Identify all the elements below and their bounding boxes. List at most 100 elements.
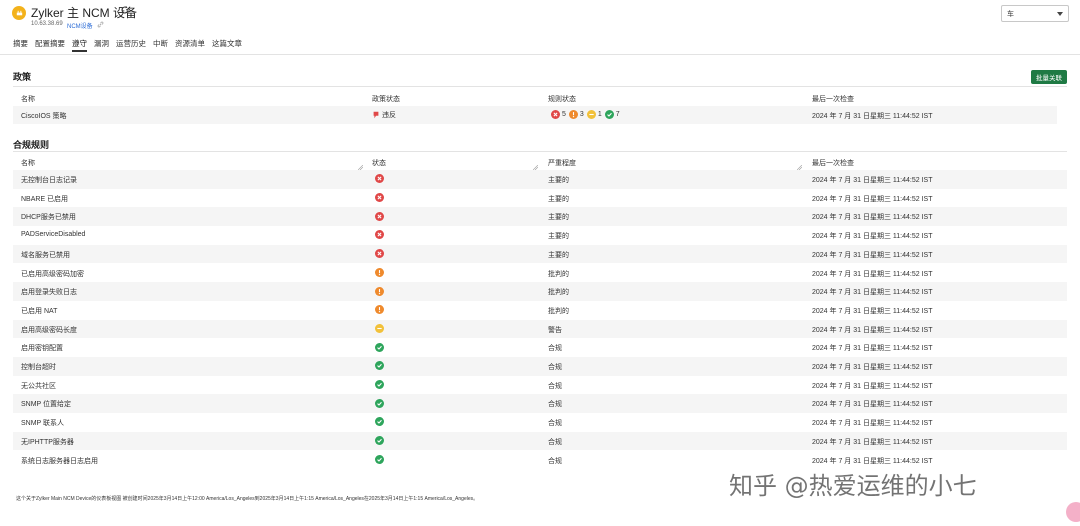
compliance-header-last-check[interactable]: 最后一次检查 xyxy=(812,158,854,168)
rule-severity: 合规 xyxy=(548,438,562,446)
rule-severity: 警告 xyxy=(548,326,562,334)
tab-outages[interactable]: 中断 xyxy=(153,38,168,52)
critical-count: 5 xyxy=(562,111,566,118)
rule-name[interactable]: 已启用 NAT xyxy=(21,306,57,316)
rule-severity: 合规 xyxy=(548,382,562,390)
policy-section-title: 政策 xyxy=(13,72,32,82)
violation-icon xyxy=(373,111,379,119)
tab-bar: 摘要 配置摘要 遵守 漏洞 运营历史 中断 资源清单 这篇文章 xyxy=(13,38,249,52)
policy-header-rule-status: 规则状态 xyxy=(548,96,576,103)
warning-icon xyxy=(375,323,384,333)
policy-status-label: 违反 xyxy=(382,112,396,119)
rule-last-check: 2024 年 7 月 31 日星期三 11:44:52 IST xyxy=(812,270,933,278)
policy-last-check: 2024 年 7 月 31 日星期三 11:44:52 IST xyxy=(812,113,933,120)
rule-severity: 批判的 xyxy=(548,289,569,297)
rule-name[interactable]: NBARE 已启用 xyxy=(21,194,68,204)
compliant-icon xyxy=(604,110,614,119)
table-row[interactable]: 启用高级密码长度 警告 2024 年 7 月 31 日星期三 11:44:52 IS… xyxy=(13,319,1067,339)
device-type-link[interactable]: NCM设备 xyxy=(67,21,93,30)
rule-name[interactable]: 控制台超时 xyxy=(21,362,56,372)
compliant-icon xyxy=(375,380,384,390)
rule-last-check: 2024 年 7 月 31 日星期三 11:44:52 IST xyxy=(812,214,933,222)
table-row[interactable]: 已启用 NAT 批判的 2024 年 7 月 31 日星期三 11:44:52 IS… xyxy=(13,301,1067,320)
rule-last-check: 2024 年 7 月 31 日星期三 11:44:52 IST xyxy=(812,401,933,409)
link-icon[interactable] xyxy=(97,21,104,28)
rule-name[interactable]: 系统日志服务器日志启用 xyxy=(21,456,98,466)
compliance-header-severity[interactable]: 严重程度 xyxy=(548,158,576,168)
policy-header-status: 政策状态 xyxy=(372,96,400,103)
rule-severity: 合规 xyxy=(548,457,562,465)
rule-name[interactable]: PADServiceDisabled xyxy=(21,231,85,238)
tab-divider xyxy=(0,54,1080,55)
major-icon xyxy=(375,286,384,296)
warning-icon xyxy=(586,110,596,119)
compliance-section-title: 合规规则 xyxy=(13,140,50,150)
rule-severity: 主要的 xyxy=(548,214,569,222)
category-select[interactable]: 车 xyxy=(1001,5,1069,22)
table-row[interactable]: SNMP 联系人 合规 2024 年 7 月 31 日星期三 11:44:52 IS… xyxy=(13,413,1067,432)
rule-name[interactable]: 无IPHTTP服务器 xyxy=(21,437,74,447)
dashboard-footer-note: 这个关于Zylker Main NCM Device的仪表板视图 被创建时间20… xyxy=(16,496,479,502)
table-row[interactable]: DHCP服务已禁用 主要的 2024 年 7 月 31 日星期三 11:44:52 … xyxy=(13,207,1067,227)
tab-inventory[interactable]: 资源清单 xyxy=(175,38,205,52)
table-row[interactable]: 启用密钥配置 合规 2024 年 7 月 31 日星期三 11:44:52 IST xyxy=(13,338,1067,357)
rule-last-check: 2024 年 7 月 31 日星期三 11:44:52 IST xyxy=(812,289,933,297)
compliant-icon xyxy=(375,454,384,464)
table-row[interactable]: NBARE 已启用 主要的 2024 年 7 月 31 日星期三 11:44:52 … xyxy=(13,189,1067,208)
rule-severity: 主要的 xyxy=(548,177,569,184)
rule-name[interactable]: 启用登录失败日志 xyxy=(21,287,77,297)
rule-name[interactable]: SNMP 位置给定 xyxy=(21,399,71,409)
category-select-value: 车 xyxy=(1007,11,1014,18)
rule-last-check: 2024 年 7 月 31 日星期三 11:44:52 IST xyxy=(812,364,933,371)
tab-operation-history[interactable]: 运营历史 xyxy=(116,38,146,52)
critical-icon xyxy=(375,174,384,184)
rule-name[interactable]: 已启用高级密码加密 xyxy=(21,269,84,279)
chevron-down-icon xyxy=(1057,12,1063,16)
rule-name[interactable]: DHCP服务已禁用 xyxy=(21,212,76,222)
critical-icon xyxy=(375,193,384,203)
table-row[interactable]: 无控制台日志记录 主要的 2024 年 7 月 31 日星期三 11:44:52 I… xyxy=(13,170,1067,189)
rule-last-check: 2024 年 7 月 31 日星期三 11:44:52 IST xyxy=(812,326,933,334)
tab-summary[interactable]: 摘要 xyxy=(13,38,28,52)
refresh-icon[interactable] xyxy=(120,5,130,15)
table-row[interactable]: 域名服务已禁用 主要的 2024 年 7 月 31 日星期三 11:44:52 IS… xyxy=(13,244,1067,264)
table-row[interactable]: SNMP 位置给定 合规 2024 年 7 月 31 日星期三 11:44:52 I… xyxy=(13,394,1067,414)
tab-config-summary[interactable]: 配置摘要 xyxy=(35,38,65,52)
critical-icon xyxy=(375,249,384,259)
table-row[interactable]: 控制台超时 合规 2024 年 7 月 31 日星期三 11:44:52 IST xyxy=(13,357,1067,376)
rule-last-check: 2024 年 7 月 31 日星期三 11:44:52 IST xyxy=(812,233,933,241)
rule-last-check: 2024 年 7 月 31 日星期三 11:44:52 IST xyxy=(812,251,933,259)
rule-name[interactable]: 域名服务已禁用 xyxy=(21,250,70,260)
tab-this-article[interactable]: 这篇文章 xyxy=(212,38,242,52)
table-row[interactable]: 无公共社区 合规 2024 年 7 月 31 日星期三 11:44:52 IST xyxy=(13,376,1067,395)
rule-severity: 主要的 xyxy=(548,195,569,203)
rule-status-counts: 5 3 1 7 xyxy=(551,110,623,119)
rule-name[interactable]: 无控制台日志记录 xyxy=(21,175,77,185)
rule-severity: 合规 xyxy=(548,420,562,428)
rule-severity: 合规 xyxy=(548,364,562,371)
compliant-icon xyxy=(375,398,384,408)
rule-name[interactable]: 无公共社区 xyxy=(21,381,56,391)
tab-vulnerabilities[interactable]: 漏洞 xyxy=(94,38,109,52)
major-count: 3 xyxy=(579,111,584,118)
rule-name[interactable]: SNMP 联系人 xyxy=(21,418,64,428)
table-row[interactable]: 已启用高级密码加密 批判的 2024 年 7 月 31 日星期三 11:44:52 … xyxy=(13,264,1067,283)
compliance-header-status[interactable]: 状态 xyxy=(372,158,386,168)
assistant-icon[interactable] xyxy=(1066,502,1080,522)
tab-compliance[interactable]: 遵守 xyxy=(72,38,87,52)
policy-name[interactable]: CiscoIOS 策略 xyxy=(21,111,67,121)
policy-header-name: 名称 xyxy=(21,96,35,103)
rule-last-check: 2024 年 7 月 31 日星期三 11:44:52 IST xyxy=(812,382,933,390)
rule-name[interactable]: 启用密钥配置 xyxy=(21,343,63,353)
compliant-icon xyxy=(375,417,384,427)
rule-last-check: 2024 年 7 月 31 日星期三 11:44:52 IST xyxy=(812,177,933,184)
critical-icon xyxy=(375,211,384,221)
batch-associate-button[interactable]: 批量关联 xyxy=(1031,70,1067,84)
rule-name[interactable]: 启用高级密码长度 xyxy=(21,325,77,335)
table-row[interactable]: 无IPHTTP服务器 合规 2024 年 7 月 31 日星期三 11:44:52 … xyxy=(13,431,1067,451)
policy-status: 违反 xyxy=(372,110,396,120)
major-icon xyxy=(375,305,384,315)
table-row[interactable]: PADServiceDisabled 主要的 2024 年 7 月 31 日星期三 … xyxy=(13,226,1067,245)
table-row[interactable]: 启用登录失败日志 批判的 2024 年 7 月 31 日星期三 11:44:52 I… xyxy=(13,282,1067,301)
compliance-header-name[interactable]: 名称 xyxy=(21,158,35,168)
